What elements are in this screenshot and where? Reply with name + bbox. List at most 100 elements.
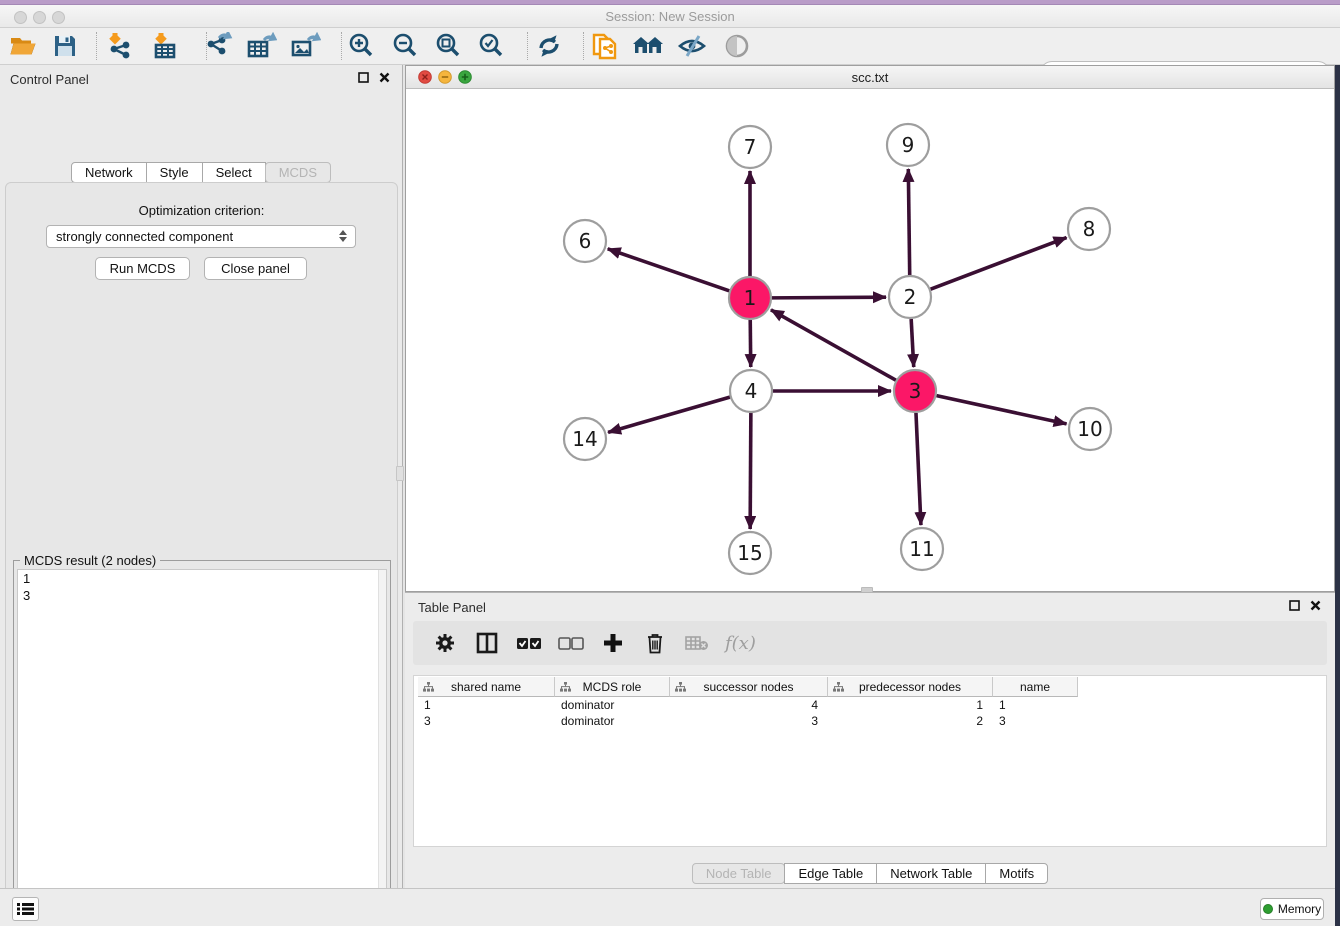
status-menu-button[interactable] — [12, 897, 39, 921]
edge-3-to-1[interactable] — [771, 310, 896, 380]
zoom-out-icon[interactable] — [389, 30, 423, 62]
mcds-result-node[interactable]: 3 — [18, 587, 386, 604]
graph-node-4[interactable]: 4 — [730, 370, 772, 412]
table-cell[interactable]: 1 — [418, 697, 555, 713]
shared-column-icon — [675, 682, 686, 692]
import-network-icon[interactable] — [103, 30, 137, 62]
table-panel-window-icons — [1289, 600, 1321, 611]
zoom-fit-icon[interactable] — [432, 30, 466, 62]
column-header-predecessor-nodes[interactable]: predecessor nodes — [828, 677, 993, 697]
close-panel-button[interactable]: Close panel — [204, 257, 307, 280]
table-cell[interactable]: 3 — [418, 713, 555, 729]
edge-1-to-6[interactable] — [608, 249, 730, 291]
delete-table-icon[interactable] — [683, 629, 711, 657]
edge-1-to-2[interactable] — [772, 297, 886, 298]
graph-node-2[interactable]: 2 — [889, 276, 931, 318]
overview-home-icon[interactable] — [631, 30, 665, 62]
shared-column-icon — [423, 682, 434, 692]
control-tab-network[interactable]: Network — [71, 162, 147, 183]
close-panel-icon[interactable] — [1310, 600, 1321, 611]
column-header-name[interactable]: name — [993, 677, 1078, 697]
table-tab-edge-table[interactable]: Edge Table — [784, 863, 877, 884]
refresh-icon[interactable] — [532, 30, 566, 62]
show-columns-icon[interactable] — [473, 629, 501, 657]
table-cell[interactable]: 1 — [828, 697, 993, 713]
export-table-icon[interactable] — [245, 30, 279, 62]
table-header-row: shared nameMCDS rolesuccessor nodesprede… — [418, 677, 1078, 697]
run-mcds-button[interactable]: Run MCDS — [95, 257, 190, 280]
graph-node-1[interactable]: 1 — [729, 277, 771, 319]
table-cell[interactable]: 1 — [993, 697, 1078, 713]
edge-2-to-8[interactable] — [931, 238, 1067, 290]
delete-column-trash-icon[interactable] — [641, 629, 669, 657]
graph-node-11[interactable]: 11 — [901, 528, 943, 570]
show-panel-eye-icon[interactable] — [720, 30, 754, 62]
edge-3-to-10[interactable] — [936, 396, 1066, 424]
table-cell[interactable]: dominator — [555, 697, 670, 713]
column-header-shared-name[interactable]: shared name — [418, 677, 555, 697]
export-network-icon[interactable] — [201, 30, 235, 62]
memory-label: Memory — [1278, 902, 1321, 916]
unselect-all-columns-icon[interactable] — [557, 629, 585, 657]
panel-splitter-grabber[interactable] — [396, 466, 404, 481]
function-builder-icon[interactable]: f(x) — [725, 633, 756, 654]
table-tab-node-table[interactable]: Node Table — [692, 863, 786, 884]
network-graph[interactable]: 7 9 6 8 1 2 4 3 14 10 15 11 — [406, 89, 1334, 591]
table-cell[interactable]: 2 — [828, 713, 993, 729]
zoom-in-icon[interactable] — [345, 30, 379, 62]
table-cell[interactable]: dominator — [555, 713, 670, 729]
table-cell[interactable]: 3 — [993, 713, 1078, 729]
edge-2-to-3[interactable] — [911, 319, 914, 367]
float-panel-icon[interactable] — [358, 72, 369, 83]
mcds-result-list[interactable]: 13 — [17, 569, 387, 926]
open-session-icon[interactable] — [6, 30, 40, 62]
graph-node-9[interactable]: 9 — [887, 124, 929, 166]
memory-button[interactable]: Memory — [1260, 898, 1324, 920]
svg-text:15: 15 — [737, 541, 762, 565]
table-row[interactable]: 1dominator411 — [418, 697, 1078, 713]
edge-4-to-14[interactable] — [608, 397, 730, 432]
export-image-icon[interactable] — [289, 30, 323, 62]
graph-node-6[interactable]: 6 — [564, 220, 606, 262]
control-tab-select[interactable]: Select — [202, 162, 266, 183]
graph-node-14[interactable]: 14 — [564, 418, 606, 460]
control-tab-style[interactable]: Style — [146, 162, 203, 183]
mcds-result-fieldset: MCDS result (2 nodes) 13 — [13, 560, 391, 926]
graph-node-15[interactable]: 15 — [729, 532, 771, 574]
select-all-columns-icon[interactable] — [515, 629, 543, 657]
graph-node-10[interactable]: 10 — [1069, 408, 1111, 450]
table-row[interactable]: 3dominator323 — [418, 713, 1078, 729]
hide-panel-eye-icon[interactable] — [675, 30, 709, 62]
edge-2-to-9[interactable] — [908, 169, 909, 275]
graph-node-8[interactable]: 8 — [1068, 208, 1110, 250]
edge-4-to-15[interactable] — [750, 413, 751, 529]
criterion-dropdown[interactable]: strongly connected component — [46, 225, 356, 248]
network-canvas[interactable]: 7 9 6 8 1 2 4 3 14 10 15 11 — [406, 89, 1334, 591]
create-column-plus-icon[interactable] — [599, 629, 627, 657]
column-header-successor-nodes[interactable]: successor nodes — [670, 677, 828, 697]
table-tab-motifs[interactable]: Motifs — [985, 863, 1048, 884]
table-settings-gear-icon[interactable] — [431, 629, 459, 657]
table-cell[interactable]: 3 — [670, 713, 828, 729]
mcds-result-node[interactable]: 1 — [18, 570, 386, 587]
duplicate-network-icon[interactable] — [588, 30, 622, 62]
import-table-icon[interactable] — [149, 30, 183, 62]
svg-text:10: 10 — [1077, 417, 1102, 441]
result-scrollbar[interactable] — [378, 570, 386, 926]
toolbar-separator — [583, 32, 584, 60]
zoom-selected-icon[interactable] — [475, 30, 509, 62]
save-session-icon[interactable] — [48, 30, 82, 62]
table-cell[interactable]: 4 — [670, 697, 828, 713]
table-body: 1dominator4113dominator323 — [418, 697, 1078, 729]
control-panel-window-icons — [358, 72, 390, 83]
graph-node-3[interactable]: 3 — [894, 370, 936, 412]
edge-1-to-4[interactable] — [750, 320, 751, 367]
close-panel-icon[interactable] — [379, 72, 390, 83]
edge-3-to-11[interactable] — [916, 413, 921, 525]
app-titlebar: Session: New Session — [0, 5, 1340, 28]
column-header-MCDS-role[interactable]: MCDS role — [555, 677, 670, 697]
graph-node-7[interactable]: 7 — [729, 126, 771, 168]
float-panel-icon[interactable] — [1289, 600, 1300, 611]
table-tab-network-table[interactable]: Network Table — [876, 863, 986, 884]
control-tab-mcds[interactable]: MCDS — [265, 162, 331, 183]
